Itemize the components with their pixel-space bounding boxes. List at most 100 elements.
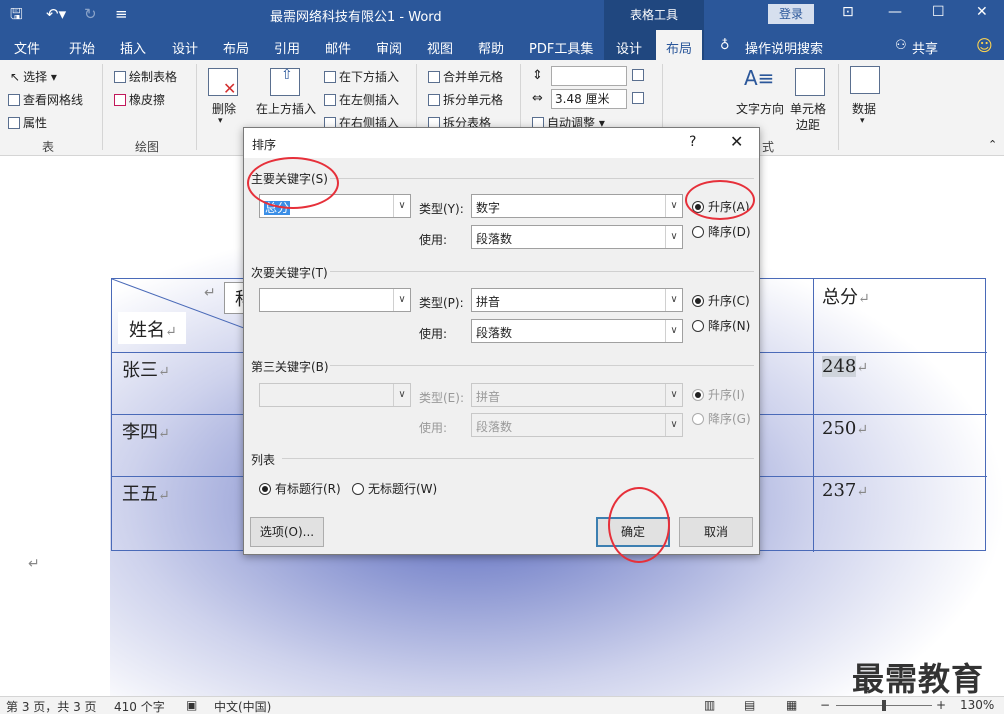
distribute-columns-icon[interactable] (632, 91, 644, 105)
third-key-select[interactable]: ∨ (259, 383, 411, 407)
no-header-row-radio[interactable]: 无标题行(W) (352, 480, 437, 497)
third-type-select[interactable]: 拼音 ∨ (471, 383, 683, 407)
dialog-title: 排序 (252, 138, 277, 152)
zoom-slider-thumb[interactable] (882, 700, 886, 711)
close-window-icon[interactable]: ✕ (976, 4, 988, 20)
column-width-input[interactable]: 3.48 厘米 (551, 89, 627, 109)
tab-review[interactable]: 审阅 (376, 38, 402, 57)
text-direction-button[interactable]: 文字方向 (736, 100, 784, 117)
read-mode-icon[interactable]: ▥ (704, 698, 715, 712)
share-button[interactable]: 共享 (912, 38, 938, 57)
ok-button[interactable]: 确定 (596, 517, 670, 547)
primary-use-select[interactable]: 段落数 ∨ (471, 225, 683, 249)
row-total-cell[interactable]: 248↵ (822, 356, 868, 377)
text-direction-icon[interactable]: A≡ (744, 66, 774, 94)
secondary-ascending-radio[interactable]: 升序(C) (692, 292, 750, 309)
login-button[interactable]: 登录 (768, 4, 814, 24)
tab-file[interactable]: 文件 (14, 38, 40, 57)
zoom-level[interactable]: 130% (960, 698, 994, 712)
help-button[interactable]: ? (689, 134, 696, 150)
tab-table-layout[interactable]: 布局 (656, 30, 703, 60)
insert-above-button[interactable]: 在上方插入 (256, 100, 316, 117)
distribute-rows-icon[interactable] (632, 68, 644, 82)
split-cells-button[interactable]: 拆分单元格 (428, 91, 503, 108)
tab-layout[interactable]: 布局 (223, 38, 249, 57)
delete-button[interactable]: 删除 (212, 100, 236, 117)
collapse-ribbon-icon[interactable]: ⌃ (988, 138, 997, 151)
ribbon-display-options-icon[interactable]: ⊡ (842, 4, 854, 20)
customize-quick-access-icon[interactable]: ≡ (115, 5, 128, 23)
header-total-cell[interactable]: 总分↵ (822, 283, 870, 309)
tab-references[interactable]: 引用 (274, 38, 300, 57)
primary-key-select[interactable]: 总分 ∨ (259, 194, 411, 218)
tab-view[interactable]: 视图 (427, 38, 453, 57)
feedback-smiley-icon[interactable]: ☺ (976, 36, 993, 55)
properties-button[interactable]: 属性 (8, 114, 47, 131)
third-descending-radio[interactable]: 降序(G) (692, 410, 751, 427)
view-gridlines-button[interactable]: 查看网格线 (8, 91, 83, 108)
column-width-icon: ⇔ (532, 91, 543, 106)
options-button[interactable]: 选项(O)... (250, 517, 324, 547)
data-dropdown-icon[interactable]: ▾ (860, 116, 865, 126)
data-icon[interactable] (850, 66, 880, 94)
tab-design[interactable]: 设计 (172, 38, 198, 57)
tab-help[interactable]: 帮助 (478, 38, 504, 57)
tab-mailings[interactable]: 邮件 (325, 38, 351, 57)
cell-margins-button-line2[interactable]: 边距 (796, 116, 820, 133)
cell-margins-icon[interactable] (795, 68, 825, 96)
third-ascending-radio[interactable]: 升序(I) (692, 386, 745, 403)
header-subject-cell[interactable]: 科 (224, 282, 244, 314)
redo-icon[interactable]: ↻ (84, 5, 97, 23)
secondary-use-select[interactable]: 段落数 ∨ (471, 319, 683, 343)
minimize-icon[interactable]: — (888, 4, 902, 20)
header-name-cell[interactable]: 姓名↵ (118, 312, 186, 344)
web-layout-icon[interactable]: ▦ (786, 698, 797, 712)
tell-me-icon[interactable]: ♁ (720, 38, 730, 53)
cancel-button[interactable]: 取消 (679, 517, 753, 547)
delete-table-icon[interactable]: ✕ (208, 68, 238, 98)
row-name-cell[interactable]: 李四↵ (122, 418, 170, 444)
zoom-out-icon[interactable]: − (820, 698, 830, 712)
tell-me-search[interactable]: 操作说明搜索 (745, 38, 823, 57)
third-use-select[interactable]: 段落数 ∨ (471, 413, 683, 437)
close-dialog-button[interactable]: ✕ (730, 132, 743, 151)
primary-ascending-radio[interactable]: 升序(A) (692, 198, 750, 215)
delete-dropdown-icon[interactable]: ▾ (218, 116, 223, 126)
tab-insert[interactable]: 插入 (120, 38, 146, 57)
data-button[interactable]: 数据 (852, 100, 876, 117)
row-name-cell[interactable]: 张三↵ (122, 356, 170, 382)
word-count[interactable]: 410 个字 (114, 698, 165, 714)
tab-pdf-tools[interactable]: PDF工具集 (529, 38, 593, 57)
spellcheck-icon[interactable]: ▣ (186, 698, 197, 712)
insert-above-icon[interactable]: ⇧ (270, 67, 300, 96)
zoom-in-icon[interactable]: + (936, 698, 946, 712)
maximize-icon[interactable]: ☐ (932, 4, 945, 20)
secondary-type-select[interactable]: 拼音 ∨ (471, 288, 683, 312)
select-button[interactable]: ↖ 选择 ▾ (10, 68, 57, 85)
share-icon[interactable]: ⚇ (895, 38, 907, 53)
merge-cells-button[interactable]: 合并单元格 (428, 68, 503, 85)
insert-left-button[interactable]: 在左侧插入 (324, 91, 399, 108)
secondary-key-select[interactable]: ∨ (259, 288, 411, 312)
row-total-cell[interactable]: 237↵ (822, 480, 868, 501)
tab-home[interactable]: 开始 (69, 38, 95, 57)
primary-type-select[interactable]: 数字 ∨ (471, 194, 683, 218)
undo-icon[interactable]: ↶▾ (46, 5, 66, 23)
row-height-input[interactable] (551, 66, 627, 86)
has-header-row-radio[interactable]: 有标题行(R) (259, 480, 341, 497)
draw-table-button[interactable]: 绘制表格 (114, 68, 177, 85)
tab-table-design[interactable]: 设计 (616, 38, 642, 57)
page-indicator[interactable]: 第 3 页，共 3 页 (6, 698, 97, 714)
row-total-cell[interactable]: 250↵ (822, 418, 868, 439)
insert-below-button[interactable]: 在下方插入 (324, 68, 399, 85)
language-indicator[interactable]: 中文(中国) (214, 698, 271, 714)
row-name-cell[interactable]: 王五↵ (122, 480, 170, 506)
save-icon[interactable]: 🖫 (10, 5, 23, 23)
cell-margins-button-line1[interactable]: 单元格 (790, 100, 826, 117)
secondary-descending-radio[interactable]: 降序(N) (692, 317, 750, 334)
radio-selected-icon (692, 389, 704, 401)
primary-descending-radio[interactable]: 降序(D) (692, 223, 751, 240)
eraser-button[interactable]: 橡皮擦 (114, 91, 165, 108)
select-label: 选择 (23, 70, 48, 84)
print-layout-icon[interactable]: ▤ (744, 698, 755, 712)
